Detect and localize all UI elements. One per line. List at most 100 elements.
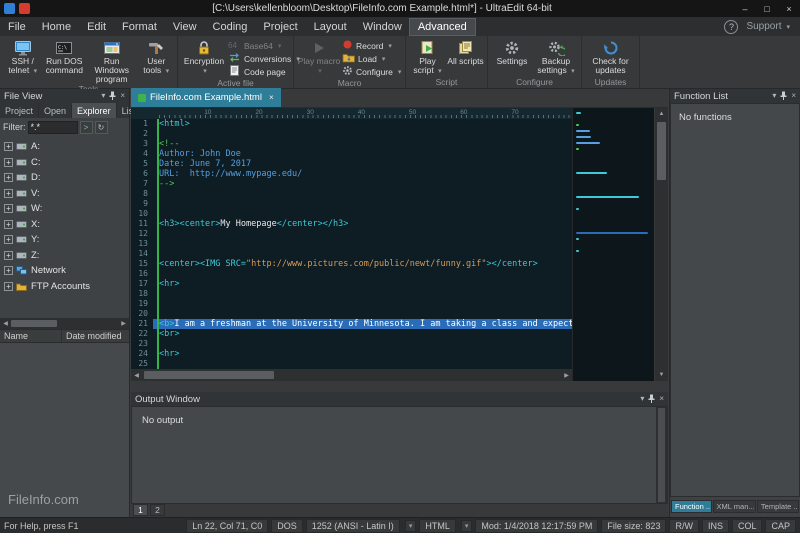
- tree-item-d[interactable]: +D:: [0, 170, 129, 186]
- editor-vertical-scrollbar[interactable]: ▲ ▼: [655, 108, 668, 381]
- scrollbar-thumb[interactable]: [657, 122, 666, 180]
- column-date-modified[interactable]: Date modified: [62, 330, 129, 342]
- expand-icon[interactable]: +: [4, 173, 13, 182]
- ssh-telnet-button[interactable]: SSH / telnet ▾: [3, 38, 43, 75]
- expand-icon[interactable]: +: [4, 142, 13, 151]
- menu-coding[interactable]: Coding: [205, 19, 256, 35]
- scroll-right-icon[interactable]: ▶: [561, 370, 572, 381]
- record-macro-button[interactable]: Record▾: [342, 39, 402, 52]
- menu-view[interactable]: View: [165, 19, 205, 35]
- output-tab-2[interactable]: 2: [150, 504, 165, 516]
- encryption-button[interactable]: Encryption ▾: [181, 38, 227, 75]
- close-button[interactable]: ×: [778, 0, 800, 17]
- expand-icon[interactable]: +: [4, 251, 13, 260]
- tree-horizontal-scrollbar[interactable]: ◀ ▶: [0, 318, 129, 329]
- minimize-button[interactable]: –: [734, 0, 756, 17]
- tab-xml-manager[interactable]: XML man...: [713, 500, 756, 513]
- scroll-left-icon[interactable]: ◀: [131, 370, 142, 381]
- backup-settings-button[interactable]: Backup settings ▾: [534, 38, 578, 75]
- tree-item-ftpaccounts[interactable]: +FTP Accounts: [0, 279, 129, 295]
- conversions-button[interactable]: Conversions▾: [228, 52, 290, 65]
- configure-macro-button[interactable]: Configure▾: [342, 65, 402, 78]
- expand-icon[interactable]: +: [4, 282, 13, 291]
- tab-open[interactable]: Open: [39, 103, 72, 118]
- user-tools-button[interactable]: User tools ▾: [138, 38, 174, 75]
- close-tab-icon[interactable]: ×: [269, 93, 274, 102]
- status-segment[interactable]: DOS: [271, 519, 303, 533]
- status-segment[interactable]: ▾: [405, 520, 417, 532]
- menu-window[interactable]: Window: [355, 19, 410, 35]
- scrollbar-thumb[interactable]: [144, 371, 274, 379]
- scroll-left-icon[interactable]: ◀: [0, 318, 11, 329]
- settings-button[interactable]: Settings: [491, 38, 533, 66]
- expand-icon[interactable]: +: [4, 204, 13, 213]
- support-menu[interactable]: Support ▾: [746, 21, 790, 32]
- play-script-button[interactable]: Play script ▾: [409, 38, 446, 75]
- menu-layout[interactable]: Layout: [306, 19, 355, 35]
- run-dos-command-button[interactable]: C:\ Run DOS command: [44, 38, 86, 75]
- pin-icon[interactable]: [780, 91, 787, 102]
- help-icon[interactable]: ?: [724, 20, 738, 34]
- close-panel-icon[interactable]: ×: [120, 92, 125, 100]
- pin-icon[interactable]: [109, 91, 116, 102]
- menu-project[interactable]: Project: [255, 19, 305, 35]
- tree-item-c[interactable]: +C:: [0, 155, 129, 171]
- expand-icon[interactable]: +: [4, 266, 13, 275]
- scrollbar-thumb[interactable]: [11, 320, 57, 327]
- tab-project[interactable]: Project: [0, 103, 39, 118]
- tree-item-a[interactable]: +A:: [0, 139, 129, 155]
- minimap[interactable]: [572, 108, 654, 381]
- document-tab[interactable]: FileInfo.com Example.html ×: [131, 88, 281, 107]
- status-segment[interactable]: 1252 (ANSI - Latin I): [306, 519, 400, 533]
- code-area[interactable]: 1<html>23<!--4Author: John Doe5Date: Jun…: [131, 119, 572, 369]
- status-segment[interactable]: File size: 823: [601, 519, 666, 533]
- apply-filter-button[interactable]: >: [80, 121, 93, 134]
- scroll-right-icon[interactable]: ▶: [118, 318, 129, 329]
- status-segment[interactable]: COL: [732, 519, 763, 533]
- status-segment[interactable]: ▾: [461, 520, 473, 532]
- filter-input[interactable]: [28, 121, 78, 134]
- status-segment[interactable]: R/W: [669, 519, 699, 533]
- pin-icon[interactable]: [648, 394, 655, 405]
- expand-icon[interactable]: +: [4, 158, 13, 167]
- tree-item-network[interactable]: +Network: [0, 263, 129, 279]
- base64-button[interactable]: 64 Base64▾: [228, 39, 290, 52]
- close-panel-icon[interactable]: ×: [659, 395, 664, 403]
- close-panel-icon[interactable]: ×: [791, 92, 796, 100]
- menu-edit[interactable]: Edit: [79, 19, 114, 35]
- tree-item-w[interactable]: +W:: [0, 201, 129, 217]
- column-name[interactable]: Name: [0, 330, 62, 342]
- run-windows-program-button[interactable]: Run Windows program: [86, 38, 137, 84]
- scroll-up-icon[interactable]: ▲: [655, 108, 668, 120]
- all-scripts-button[interactable]: All scripts: [447, 38, 484, 66]
- quick-access-icon[interactable]: [19, 3, 30, 14]
- tree-item-v[interactable]: +V:: [0, 186, 129, 202]
- status-segment[interactable]: INS: [702, 519, 729, 533]
- menu-format[interactable]: Format: [114, 19, 165, 35]
- menu-advanced[interactable]: Advanced: [410, 19, 475, 35]
- menu-file[interactable]: File: [0, 19, 34, 35]
- tree-item-y[interactable]: +Y:: [0, 232, 129, 248]
- play-macro-button[interactable]: Play macro ▾: [297, 38, 341, 75]
- expand-icon[interactable]: +: [4, 235, 13, 244]
- tab-template-list[interactable]: Template ..: [757, 500, 799, 513]
- status-segment[interactable]: Ln 22, Col 71, C0: [186, 519, 268, 533]
- output-tab-1[interactable]: 1: [133, 504, 148, 516]
- code-page-button[interactable]: Code page: [228, 65, 290, 78]
- tree-item-z[interactable]: +Z:: [0, 248, 129, 264]
- expand-icon[interactable]: +: [4, 220, 13, 229]
- output-scrollbar[interactable]: [656, 407, 667, 503]
- tab-function-list[interactable]: Function ..: [671, 500, 712, 513]
- tree-item-x[interactable]: +X:: [0, 217, 129, 233]
- refresh-icon[interactable]: ↻: [95, 121, 108, 134]
- scrollbar-thumb[interactable]: [658, 408, 665, 502]
- check-for-updates-button[interactable]: Check for updates: [586, 38, 636, 75]
- status-segment[interactable]: Mod: 1/4/2018 12:17:59 PM: [475, 519, 598, 533]
- panel-menu-icon[interactable]: ▾: [640, 395, 644, 403]
- maximize-button[interactable]: □: [756, 0, 778, 17]
- panel-menu-icon[interactable]: ▾: [101, 92, 105, 100]
- load-macro-button[interactable]: Load▾: [342, 52, 402, 65]
- status-segment[interactable]: HTML: [419, 519, 456, 533]
- menu-home[interactable]: Home: [34, 19, 79, 35]
- tab-explorer[interactable]: Explorer: [72, 103, 117, 118]
